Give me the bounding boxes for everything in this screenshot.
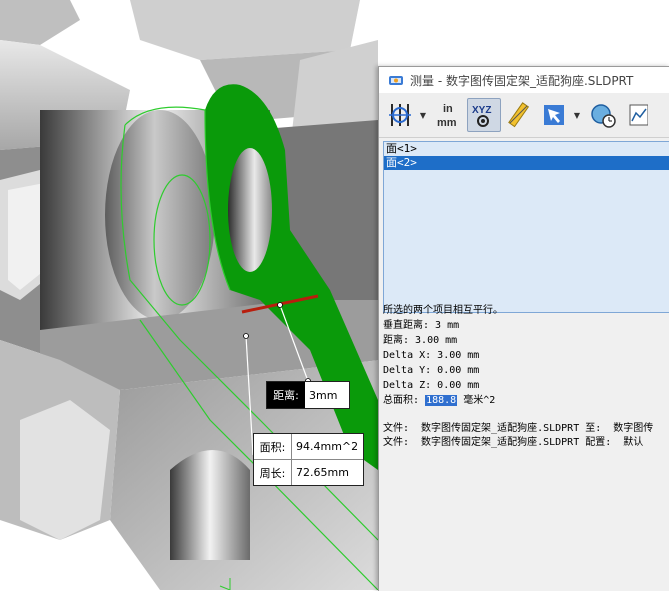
distance-callout-label: 距离:	[267, 382, 305, 408]
result-delta-z: Delta Z: 0.00 mm	[383, 380, 480, 391]
total-area-value[interactable]: 188.8	[425, 395, 458, 406]
file-info: 文件: 数字图传固定架_适配狗座.SLDPRT 至: 数字图传 文件: 数字图传固…	[383, 422, 668, 450]
result-normal-distance: 垂直距离: 3 mm	[383, 320, 460, 331]
result-parallel: 所选的两个项目相互平行。	[383, 305, 503, 316]
point-to-point-button[interactable]	[502, 98, 536, 132]
overflow-chart-button[interactable]	[621, 98, 655, 132]
dialog-titlebar[interactable]: 测量 - 数字图传固定架_适配狗座.SLDPRT	[379, 67, 669, 93]
selection-list[interactable]: 面<1> 面<2>	[383, 141, 669, 313]
measurement-history-icon	[591, 104, 616, 128]
projection-dropdown[interactable]: ▼	[572, 98, 582, 132]
point-to-point-icon	[508, 102, 530, 128]
units-mm-text: mm	[437, 117, 457, 129]
result-total-area: 总面积: 188.8 毫米^2	[383, 393, 668, 408]
xyz-text: XYZ	[472, 105, 491, 116]
distance-callout: 距离: 3mm	[266, 381, 350, 409]
result-distance: 距离: 3.00 mm	[383, 335, 458, 346]
result-delta-x: Delta X: 3.00 mm	[383, 350, 480, 361]
total-area-label: 总面积:	[383, 395, 420, 406]
measurement-history-button[interactable]	[586, 98, 620, 132]
measure-toolbar: ▼ in mm XYZ ▼	[379, 93, 669, 138]
selection-item-face1[interactable]: 面<1>	[384, 142, 669, 156]
area-callout: 面积: 94.4mm^2 周长: 72.65mm	[253, 433, 364, 486]
show-xyz-button[interactable]: XYZ	[467, 98, 501, 132]
perimeter-callout-value: 72.65mm	[296, 466, 349, 479]
chart-icon	[629, 104, 648, 126]
distance-callout-value: 3mm	[309, 388, 338, 402]
total-area-unit: 毫米^2	[463, 395, 496, 406]
perimeter-callout-label: 周长:	[254, 460, 292, 485]
arc-circle-measure-button[interactable]	[383, 98, 417, 132]
measure-results: 所选的两个项目相互平行。 垂直距离: 3 mm 距离: 3.00 mm Delt…	[383, 303, 668, 408]
file-info-line2: 文件: 数字图传固定架_适配狗座.SLDPRT 配置: 默认	[383, 437, 644, 448]
projection-arrow-icon	[544, 105, 564, 125]
measure-tool-icon	[389, 76, 403, 85]
units-in-mm-icon: in mm	[437, 103, 457, 129]
area-callout-label: 面积:	[254, 434, 292, 459]
dialog-title: 测量 - 数字图传固定架_适配狗座.SLDPRT	[410, 73, 634, 88]
arc-options-dropdown[interactable]: ▼	[418, 98, 428, 132]
units-button[interactable]: in mm	[432, 98, 466, 132]
show-xyz-icon: XYZ	[472, 105, 491, 127]
result-delta-y: Delta Y: 0.00 mm	[383, 365, 480, 376]
area-callout-value: 94.4mm^2	[296, 440, 359, 453]
arc-circle-measure-icon	[389, 104, 411, 126]
projection-button[interactable]	[537, 98, 571, 132]
file-info-line1: 文件: 数字图传固定架_适配狗座.SLDPRT 至: 数字图传	[383, 423, 654, 434]
measure-dialog: 测量 - 数字图传固定架_适配狗座.SLDPRT ▼ in mm XYZ ▼ 面…	[378, 66, 669, 591]
units-in-text: in	[443, 103, 453, 115]
selection-item-face2[interactable]: 面<2>	[384, 156, 669, 170]
